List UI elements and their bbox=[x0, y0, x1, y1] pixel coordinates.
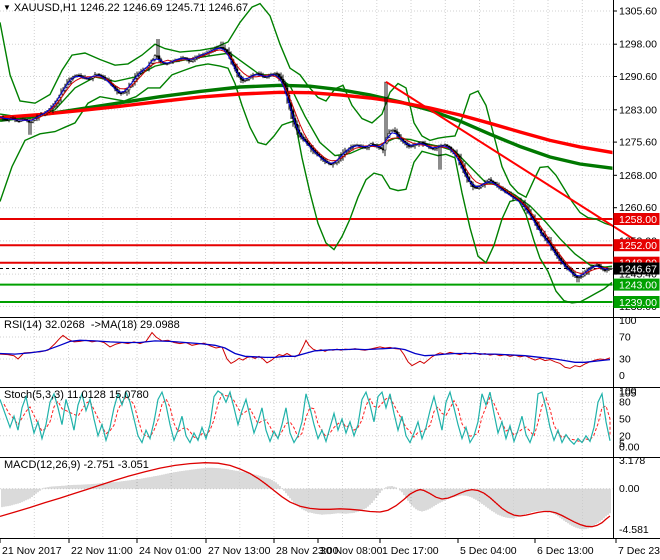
svg-text:1258.00: 1258.00 bbox=[619, 214, 657, 226]
svg-text:24 Nov 01:00: 24 Nov 01:00 bbox=[139, 545, 202, 557]
symbol-dropdown-icon[interactable]: ▼ bbox=[3, 3, 11, 12]
svg-text:30: 30 bbox=[619, 354, 631, 366]
svg-text:0.00: 0.00 bbox=[619, 483, 640, 495]
svg-text:1 Dec 17:00: 1 Dec 17:00 bbox=[382, 545, 439, 557]
svg-text:50: 50 bbox=[619, 414, 631, 426]
svg-text:1305.60: 1305.60 bbox=[619, 6, 657, 18]
price-badge-1243.00[interactable]: 1243.00 bbox=[613, 278, 660, 292]
svg-text:22 Nov 11:00: 22 Nov 11:00 bbox=[71, 545, 133, 557]
price-badge-1258.00[interactable]: 1258.00 bbox=[613, 213, 660, 226]
svg-text:1290.60: 1290.60 bbox=[619, 71, 657, 83]
svg-text:1260.60: 1260.60 bbox=[619, 202, 657, 214]
svg-text:7 Dec 23:00: 7 Dec 23:00 bbox=[618, 545, 660, 557]
svg-text:1275.60: 1275.60 bbox=[619, 137, 657, 149]
chart-canvas[interactable]: 1305.60 1298.00 1290.60 1283.00 1275.60 1268.… bbox=[0, 0, 660, 560]
svg-text:100: 100 bbox=[619, 315, 637, 327]
svg-text:5 Dec 04:00: 5 Dec 04:00 bbox=[460, 545, 517, 557]
svg-text:1252.00: 1252.00 bbox=[619, 240, 657, 252]
svg-text:0.00: 0.00 bbox=[619, 442, 640, 454]
svg-text:6 Dec 13:00: 6 Dec 13:00 bbox=[537, 545, 594, 557]
stoch-indicator-label: Stoch(5,3,3) 11.0128 15.0780 bbox=[4, 389, 149, 401]
chart-background bbox=[0, 0, 660, 560]
svg-text:1298.00: 1298.00 bbox=[619, 39, 657, 51]
svg-text:-4.581: -4.581 bbox=[619, 524, 649, 536]
price-badge-1252.00[interactable]: 1252.00 bbox=[613, 239, 660, 252]
svg-text:1243.00: 1243.00 bbox=[619, 280, 657, 292]
svg-text:27 Nov 13:00: 27 Nov 13:00 bbox=[208, 545, 271, 557]
svg-text:3.178: 3.178 bbox=[619, 455, 645, 467]
macd-indicator-label: MACD(12,26,9) -2.751 -3.051 bbox=[4, 459, 149, 471]
rsi-indicator-label: RSI(14) 32.0268 ->MA(18) 29.0988 bbox=[4, 319, 180, 331]
symbol-header: ▼ XAUUSD,H1 1246.22 1246.69 1245.71 1246.… bbox=[3, 2, 248, 14]
svg-text:80: 80 bbox=[619, 397, 631, 409]
mt4-chart-window: { "header": { "symbol_ohlc": "XAUUSD,H1 … bbox=[0, 0, 660, 560]
svg-text:1246.67: 1246.67 bbox=[619, 264, 657, 276]
price-badge-1246.67[interactable]: 1246.67 bbox=[613, 262, 660, 276]
svg-text:1283.00: 1283.00 bbox=[619, 104, 657, 116]
svg-text:1239.00: 1239.00 bbox=[619, 297, 657, 309]
svg-text:21 Nov 2017: 21 Nov 2017 bbox=[2, 545, 62, 557]
symbol-ohlc-text: XAUUSD,H1 1246.22 1246.69 1245.71 1246.6… bbox=[13, 2, 249, 14]
svg-text:1268.00: 1268.00 bbox=[619, 170, 657, 182]
svg-text:0: 0 bbox=[619, 370, 625, 382]
svg-text:70: 70 bbox=[619, 332, 631, 344]
price-badge-1239.00[interactable]: 1239.00 bbox=[613, 296, 660, 309]
svg-text:30 Nov 08:00: 30 Nov 08:00 bbox=[320, 545, 383, 557]
